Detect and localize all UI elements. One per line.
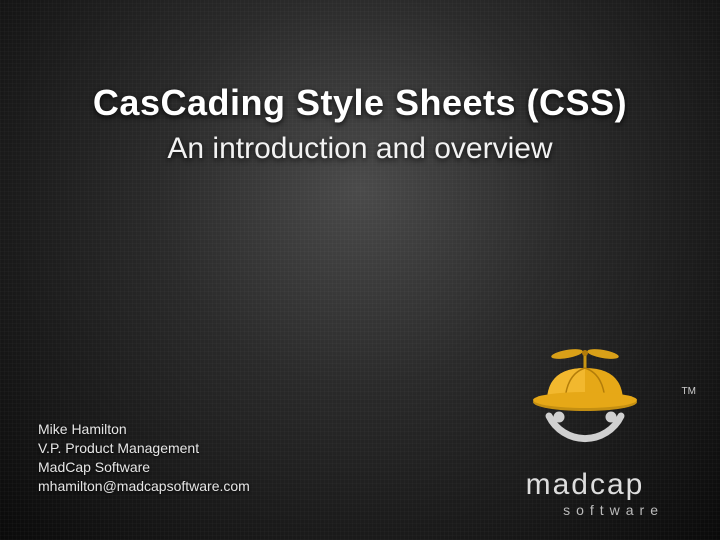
- logo-subname: software: [480, 502, 690, 518]
- madcap-logo-icon: [505, 344, 665, 464]
- logo-name: madcap: [480, 470, 690, 500]
- trademark-label: TM: [682, 386, 696, 397]
- author-email: mhamilton@madcapsoftware.com: [38, 477, 250, 496]
- author-name: Mike Hamilton: [38, 420, 250, 439]
- author-role: V.P. Product Management: [38, 439, 250, 458]
- logo: TM madcap software: [480, 344, 690, 518]
- author-block: Mike Hamilton V.P. Product Management Ma…: [38, 420, 250, 496]
- slide-title: CasCading Style Sheets (CSS): [0, 82, 720, 124]
- slide-subtitle: An introduction and overview: [0, 132, 720, 166]
- author-company: MadCap Software: [38, 458, 250, 477]
